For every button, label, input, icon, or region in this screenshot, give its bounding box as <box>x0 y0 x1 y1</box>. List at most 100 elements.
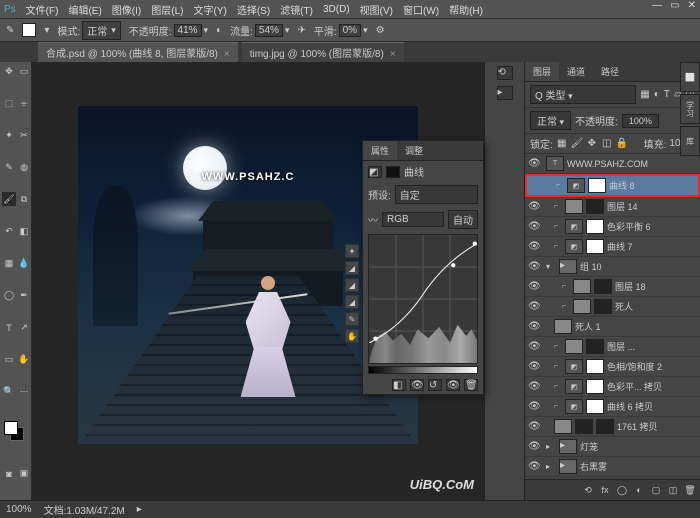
visibility-icon[interactable]: 👁 <box>528 341 540 352</box>
layer-row[interactable]: 👁 1761 拷贝 <box>525 417 700 437</box>
layer-row[interactable]: 👁⌐◩色彩平... 拷贝 <box>525 377 700 397</box>
lock-trans-icon[interactable]: ▦ <box>556 138 568 150</box>
marquee-tool[interactable]: ⬚ <box>2 96 16 110</box>
blur-tool[interactable]: 💧 <box>17 256 31 270</box>
menu-layer[interactable]: 图层(L) <box>151 2 183 17</box>
tab-properties[interactable]: 属性 <box>363 141 397 160</box>
layer-row[interactable]: 👁▾▸组 10 <box>525 257 700 277</box>
layers-list[interactable]: 👁TWWW.PSAHZ.COM⌐◩曲线 8👁⌐图层 14👁⌐◩色彩平衡 6👁⌐◩… <box>525 154 700 479</box>
artboard-tool[interactable]: ▭ <box>17 64 31 78</box>
maximize-icon[interactable]: ▭ <box>670 0 679 11</box>
visibility-icon[interactable]: 👁 <box>528 361 540 372</box>
visibility-icon[interactable]: 👁 <box>528 421 540 432</box>
layer-name[interactable]: 图层 18 <box>615 280 697 293</box>
settings-gear-icon[interactable]: ⚙ <box>376 25 385 36</box>
flow-field[interactable]: 54% <box>255 24 283 37</box>
layer-row[interactable]: 👁⌐◩曲线 6 拷贝 <box>525 397 700 417</box>
layer-opacity-field[interactable]: 100% <box>622 114 659 128</box>
layer-row[interactable]: 👁▸▸灯笼 <box>525 437 700 457</box>
pencil-icon[interactable]: 〰 <box>368 212 378 227</box>
layer-name[interactable]: 死人 1 <box>575 320 697 333</box>
layer-row[interactable]: 👁⌐图层 14 <box>525 197 700 217</box>
eraser-tool[interactable]: ◧ <box>17 224 31 238</box>
crop-tool[interactable]: ✂ <box>17 128 31 142</box>
blend-mode-select[interactable]: 正常▾ <box>82 21 121 40</box>
visibility-icon[interactable]: 👁 <box>528 158 540 169</box>
layer-name[interactable]: 色相/饱和度 2 <box>607 360 697 373</box>
fg-color[interactable] <box>4 421 18 435</box>
menu-image[interactable]: 图像(I) <box>112 2 141 17</box>
history-panel-icon[interactable]: ⟲ <box>497 66 513 80</box>
brush-tool-icon[interactable]: ✎ <box>6 25 14 36</box>
brush-settings-icon[interactable]: ▾ <box>44 25 49 36</box>
visibility-icon[interactable]: 👁 <box>528 281 540 292</box>
delete-adj-icon[interactable]: 🗑 <box>464 379 478 391</box>
layer-row[interactable]: 👁⌐◩色相/饱和度 2 <box>525 357 700 377</box>
layer-name[interactable]: 曲线 6 拷贝 <box>607 400 697 413</box>
stamp-tool[interactable]: ⧉ <box>17 192 31 206</box>
trash-icon[interactable]: 🗑 <box>683 483 697 497</box>
layer-row[interactable]: 👁⌐◩色彩平衡 6 <box>525 217 700 237</box>
layer-name[interactable]: 色彩平衡 6 <box>607 220 697 233</box>
tab-paths[interactable]: 路径 <box>593 62 627 81</box>
lasso-tool[interactable]: ⌯ <box>17 96 31 110</box>
menu-file[interactable]: 文件(F) <box>26 2 59 17</box>
clip-icon[interactable]: ◧ <box>392 379 406 391</box>
layer-name[interactable]: 曲线 7 <box>607 240 697 253</box>
filter-adj-icon[interactable]: ◐ <box>654 89 660 100</box>
lock-all-icon[interactable]: 🔒 <box>616 138 628 150</box>
toggle-vis-icon[interactable]: 👁 <box>446 379 460 391</box>
layer-row[interactable]: 👁⌐图层 18 <box>525 277 700 297</box>
reset-icon[interactable]: ↺ <box>428 379 442 391</box>
channel-select[interactable]: RGB <box>382 212 444 227</box>
layer-name[interactable]: 图层 14 <box>607 200 697 213</box>
layer-name[interactable]: 1761 拷贝 <box>617 420 697 433</box>
layer-row[interactable]: 👁TWWW.PSAHZ.COM <box>525 154 700 174</box>
history-tool[interactable]: ↶ <box>2 224 16 238</box>
eyedrop-gray-icon[interactable]: ◢ <box>345 278 359 292</box>
visibility-icon[interactable]: 👁 <box>528 461 540 472</box>
close-icon[interactable]: ✕ <box>688 0 696 11</box>
layer-filter-select[interactable]: Q 类型 ▾ <box>530 85 636 104</box>
lock-pixel-icon[interactable]: 🖌 <box>571 138 583 150</box>
tab-channels[interactable]: 通道 <box>559 62 593 81</box>
status-arrow-icon[interactable]: ▸ <box>137 504 142 515</box>
layer-name[interactable]: 死人 <box>615 300 697 313</box>
group-icon[interactable]: ▢ <box>649 483 663 497</box>
tab-close-icon[interactable]: × <box>390 49 396 60</box>
tab-close-icon[interactable]: × <box>224 49 230 60</box>
wand-tool[interactable]: ✦ <box>2 128 16 142</box>
group-arrow-icon[interactable]: ▸ <box>546 442 556 451</box>
eyedrop-white-icon[interactable]: ◢ <box>345 295 359 309</box>
visibility-icon[interactable]: 👁 <box>528 201 540 212</box>
minimize-icon[interactable]: — <box>652 0 662 11</box>
shape-tool[interactable]: ▭ <box>2 353 16 367</box>
filter-pixel-icon[interactable]: ▦ <box>640 89 649 100</box>
hand-icon[interactable]: ✋ <box>345 329 359 343</box>
layer-name[interactable]: WWW.PSAHZ.COM <box>567 159 697 169</box>
fx-icon[interactable]: fx <box>598 483 612 497</box>
eyedrop-black-icon[interactable]: ◢ <box>345 261 359 275</box>
eyedropper-tool[interactable]: ✎ <box>2 160 16 174</box>
layer-name[interactable]: 色彩平... 拷贝 <box>607 380 697 393</box>
menu-type[interactable]: 文字(Y) <box>193 2 226 17</box>
zoom-level[interactable]: 100% <box>6 504 32 515</box>
adj-layer-icon[interactable]: ◐ <box>632 483 646 497</box>
libraries-tab[interactable]: 库 <box>680 126 700 156</box>
layer-row[interactable]: 👁 死人 1 <box>525 317 700 337</box>
view-prev-icon[interactable]: 👁 <box>410 379 424 391</box>
tab-inactive[interactable]: timg.jpg @ 100% (图层蒙版/8)× <box>242 42 404 62</box>
airbrush-icon[interactable]: ✈ <box>297 25 305 36</box>
filter-type-icon[interactable]: T <box>664 89 670 100</box>
visibility-icon[interactable]: 👁 <box>528 321 540 332</box>
visibility-icon[interactable]: 👁 <box>528 401 540 412</box>
actions-panel-icon[interactable]: ▸ <box>497 86 513 100</box>
lock-artboard-icon[interactable]: ◫ <box>601 138 613 150</box>
curves-graph[interactable] <box>368 234 478 364</box>
tab-layers[interactable]: 图层 <box>525 62 559 81</box>
tab-active[interactable]: 合成.psd @ 100% (曲线 8, 图层蒙版/8)× <box>38 42 238 62</box>
group-arrow-icon[interactable]: ▸ <box>546 462 556 471</box>
smooth-field[interactable]: 0% <box>339 24 361 37</box>
visibility-icon[interactable]: 👁 <box>528 301 540 312</box>
new-layer-icon[interactable]: ◫ <box>666 483 680 497</box>
